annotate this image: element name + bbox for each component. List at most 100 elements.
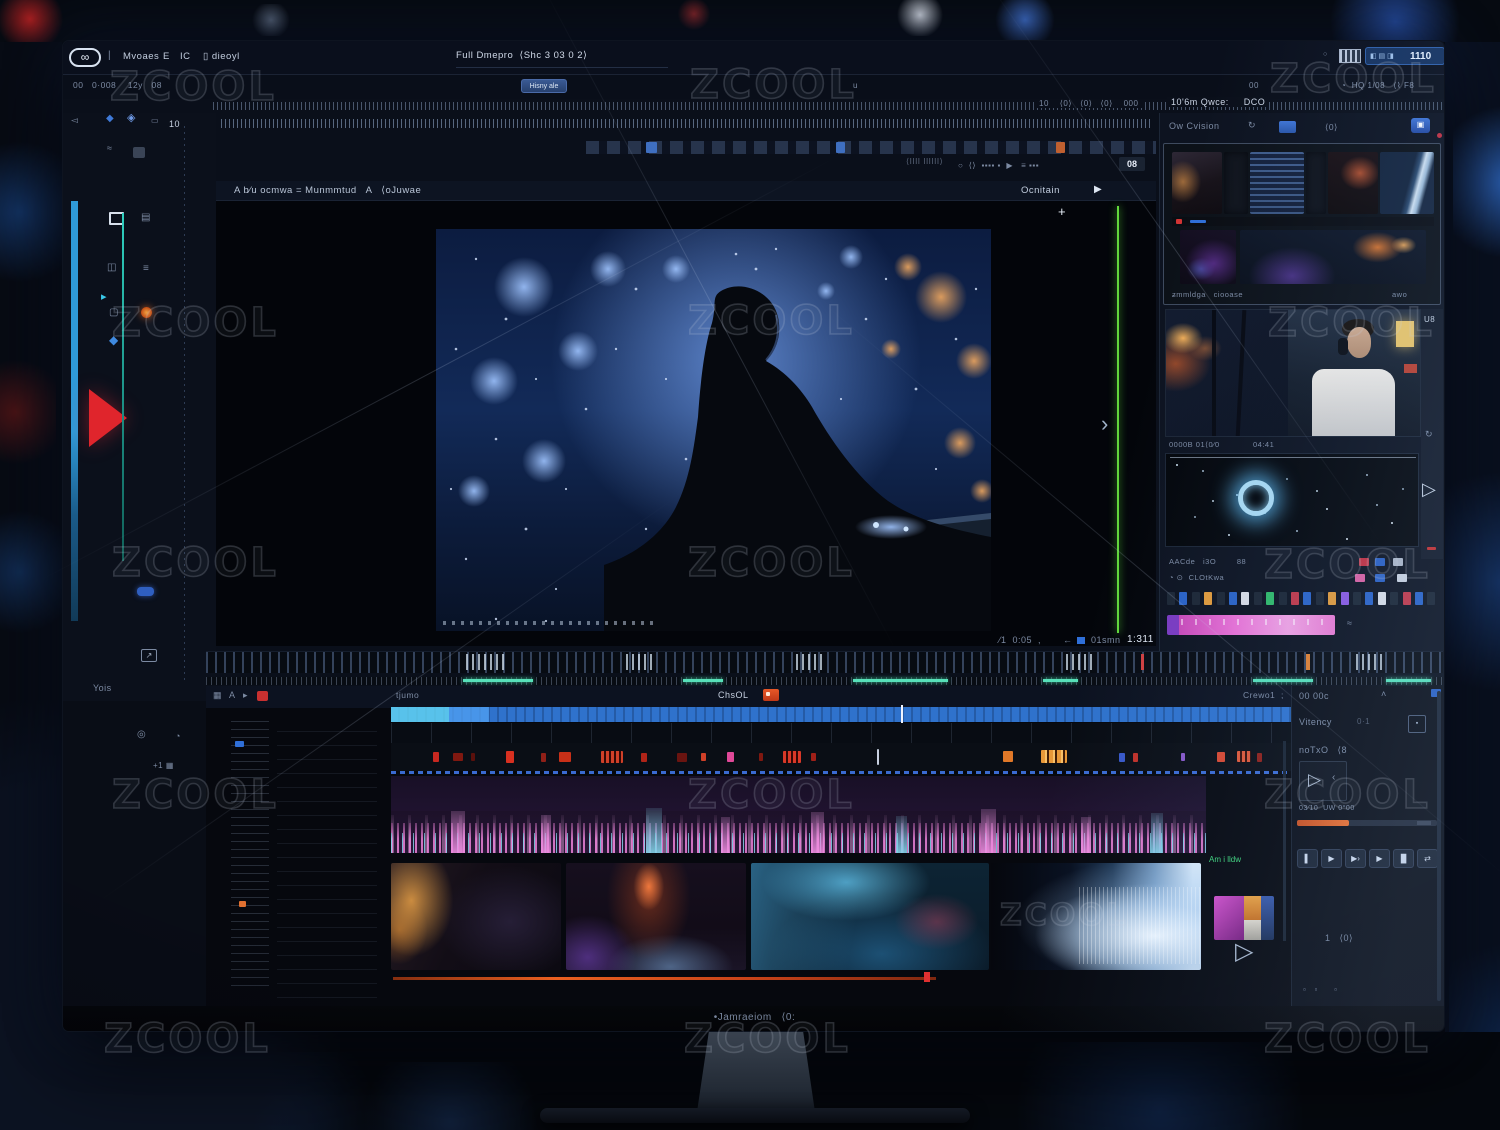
- effect-chip[interactable]: [1192, 592, 1200, 605]
- quality-readout[interactable]: ◔ HQ 1/08 ⟨⌇ F8: [1341, 81, 1414, 90]
- bin-thumbnail[interactable]: [1172, 152, 1222, 214]
- record-button[interactable]: [257, 691, 268, 701]
- rail-refresh-icon[interactable]: ↻: [1425, 429, 1433, 440]
- step-back-button[interactable]: ▌: [1297, 849, 1318, 868]
- duplicate-tool-icon[interactable]: ◫: [107, 262, 117, 273]
- effect-icon-strip[interactable]: [1167, 591, 1441, 606]
- timeline-ruler-bar[interactable]: [391, 707, 1291, 722]
- back-arrow-icon[interactable]: ←: [1063, 635, 1073, 645]
- effect-chip[interactable]: [1229, 592, 1237, 605]
- bin-thumbnail[interactable]: [1180, 230, 1236, 284]
- effect-chip[interactable]: [1254, 592, 1262, 605]
- timecode-pill[interactable]: ◧ ▤ ◨ 1110: [1365, 47, 1444, 65]
- effect-chip[interactable]: [1204, 592, 1212, 605]
- app-logo[interactable]: ∞: [69, 48, 101, 67]
- list-view-icon[interactable]: [1279, 121, 1296, 133]
- effect-chip[interactable]: [1390, 592, 1398, 605]
- rect-tool-icon[interactable]: ▭: [151, 116, 159, 125]
- project-tab[interactable]: Ow Cvision: [1169, 121, 1220, 131]
- play-next-button[interactable]: ▶›: [1345, 849, 1366, 868]
- preview-box[interactable]: ▷ ‹: [1299, 761, 1347, 801]
- timeline-clip[interactable]: [751, 863, 989, 970]
- effect-chip[interactable]: [1365, 592, 1373, 605]
- refresh-icon[interactable]: ↻: [1248, 120, 1256, 131]
- grid-icon[interactable]: [1339, 49, 1361, 63]
- audio-waveform-track[interactable]: [391, 776, 1206, 853]
- effect-chip[interactable]: [1341, 592, 1349, 605]
- clock-icon[interactable]: ◔: [175, 731, 181, 741]
- bin-thumbnail[interactable]: [1240, 230, 1426, 284]
- effect-chip[interactable]: [1403, 592, 1411, 605]
- brush-tool-icon[interactable]: ◆: [106, 113, 114, 124]
- auto-label[interactable]: A: [229, 690, 236, 700]
- marker-flag-icon[interactable]: [763, 689, 779, 701]
- effect-chip[interactable]: [1217, 592, 1225, 605]
- play-button[interactable]: ▶: [1321, 849, 1342, 868]
- timeline-scrollbar[interactable]: [1283, 741, 1286, 941]
- list-tool-icon[interactable]: ≡: [143, 263, 149, 274]
- mask-tool-icon[interactable]: [133, 147, 145, 158]
- play-mini-icon[interactable]: ▸: [101, 290, 107, 303]
- zoom-badge[interactable]: 08: [1119, 157, 1145, 171]
- bin-window[interactable]: ƶmmldga ciooase awo: [1163, 143, 1441, 305]
- inspector-scrollbar[interactable]: [1437, 691, 1441, 1001]
- box-tool-icon[interactable]: ▢: [109, 307, 119, 318]
- export-label[interactable]: Yois: [93, 683, 112, 693]
- preview-controls[interactable]: ○ ⟨⟩ ▪▪▪▪ ▪ ▶ ≡ ▪▪▪: [958, 161, 1039, 170]
- timeline-clip[interactable]: [391, 863, 561, 970]
- gem-tool-icon[interactable]: ◆: [109, 333, 118, 347]
- color-bars-thumbnail[interactable]: [1214, 896, 1274, 940]
- export-icon[interactable]: ↗: [141, 649, 157, 662]
- wave-tool-icon[interactable]: ≈: [107, 143, 112, 153]
- next-chevron[interactable]: ›: [1101, 411, 1108, 437]
- header-play-icon[interactable]: ▶: [1094, 184, 1102, 195]
- shuffle-button[interactable]: ⇄: [1417, 849, 1438, 868]
- effect-chip[interactable]: [1353, 592, 1361, 605]
- effect-chip[interactable]: [1279, 592, 1287, 605]
- marker-track[interactable]: [391, 743, 1291, 771]
- effect-chip[interactable]: [1241, 592, 1249, 605]
- audio-clip-bar[interactable]: [1167, 615, 1335, 635]
- effect-chip[interactable]: [1415, 592, 1423, 605]
- effect-chip[interactable]: [1303, 592, 1311, 605]
- bin-thumbnail[interactable]: [1250, 152, 1304, 214]
- contain-dropdown[interactable]: Ocnitain: [1021, 185, 1060, 196]
- scrub-row[interactable]: [206, 651, 1443, 673]
- effect-chip[interactable]: [1179, 592, 1187, 605]
- preview-tab-label[interactable]: A b⁄u ocmwa = Munmmtud A ⟨oJuwae: [234, 185, 421, 196]
- add-track-label[interactable]: +1 ▦: [153, 761, 174, 770]
- effect-chip[interactable]: [1427, 592, 1435, 605]
- playhead[interactable]: [901, 705, 903, 724]
- bin-thumbnail[interactable]: [1328, 152, 1378, 214]
- timeline-play-button[interactable]: ▷: [1235, 937, 1253, 966]
- timeline-clip[interactable]: [991, 863, 1201, 970]
- menu-item-display[interactable]: ▯ dieoyl: [203, 51, 240, 62]
- select-tool-icon[interactable]: ◅: [71, 115, 78, 126]
- gear-icon[interactable]: ◎: [137, 729, 146, 740]
- effect-chip[interactable]: [1167, 592, 1175, 605]
- space-clip-preview[interactable]: [1165, 453, 1419, 547]
- rail-play-button[interactable]: ▷: [1422, 479, 1436, 500]
- prism-tool-icon[interactable]: ◈: [127, 111, 135, 124]
- effect-chip[interactable]: [1266, 592, 1274, 605]
- source-clip-preview[interactable]: [1165, 309, 1421, 437]
- effect-chip[interactable]: [1291, 592, 1299, 605]
- segment-strip[interactable]: [586, 141, 1156, 154]
- menu-item-clip[interactable]: IC: [180, 51, 191, 62]
- play-alt-button[interactable]: ▶: [1369, 849, 1390, 868]
- fit-screen-icon[interactable]: ▪: [1408, 715, 1426, 733]
- crosshair-icon[interactable]: +: [1058, 204, 1066, 219]
- frames-button[interactable]: ▐▌: [1393, 849, 1414, 868]
- effect-chip[interactable]: [1328, 592, 1336, 605]
- grid-toggle-icon[interactable]: ▦: [213, 690, 222, 701]
- marker-cursor[interactable]: [877, 749, 879, 765]
- render-progress-bar[interactable]: [1297, 820, 1437, 826]
- timeline-clip[interactable]: [566, 863, 746, 970]
- mini-action-button[interactable]: Hisny ale: [521, 79, 567, 93]
- tool-scrollbar[interactable]: [71, 201, 78, 621]
- track-header-column[interactable]: [231, 721, 269, 993]
- grid-view-icon[interactable]: ▣: [1411, 118, 1430, 133]
- snap-icon[interactable]: ▸: [243, 690, 248, 701]
- mini-timeline-ruler[interactable]: [206, 677, 1443, 685]
- layers-tool-icon[interactable]: ▤: [141, 212, 151, 223]
